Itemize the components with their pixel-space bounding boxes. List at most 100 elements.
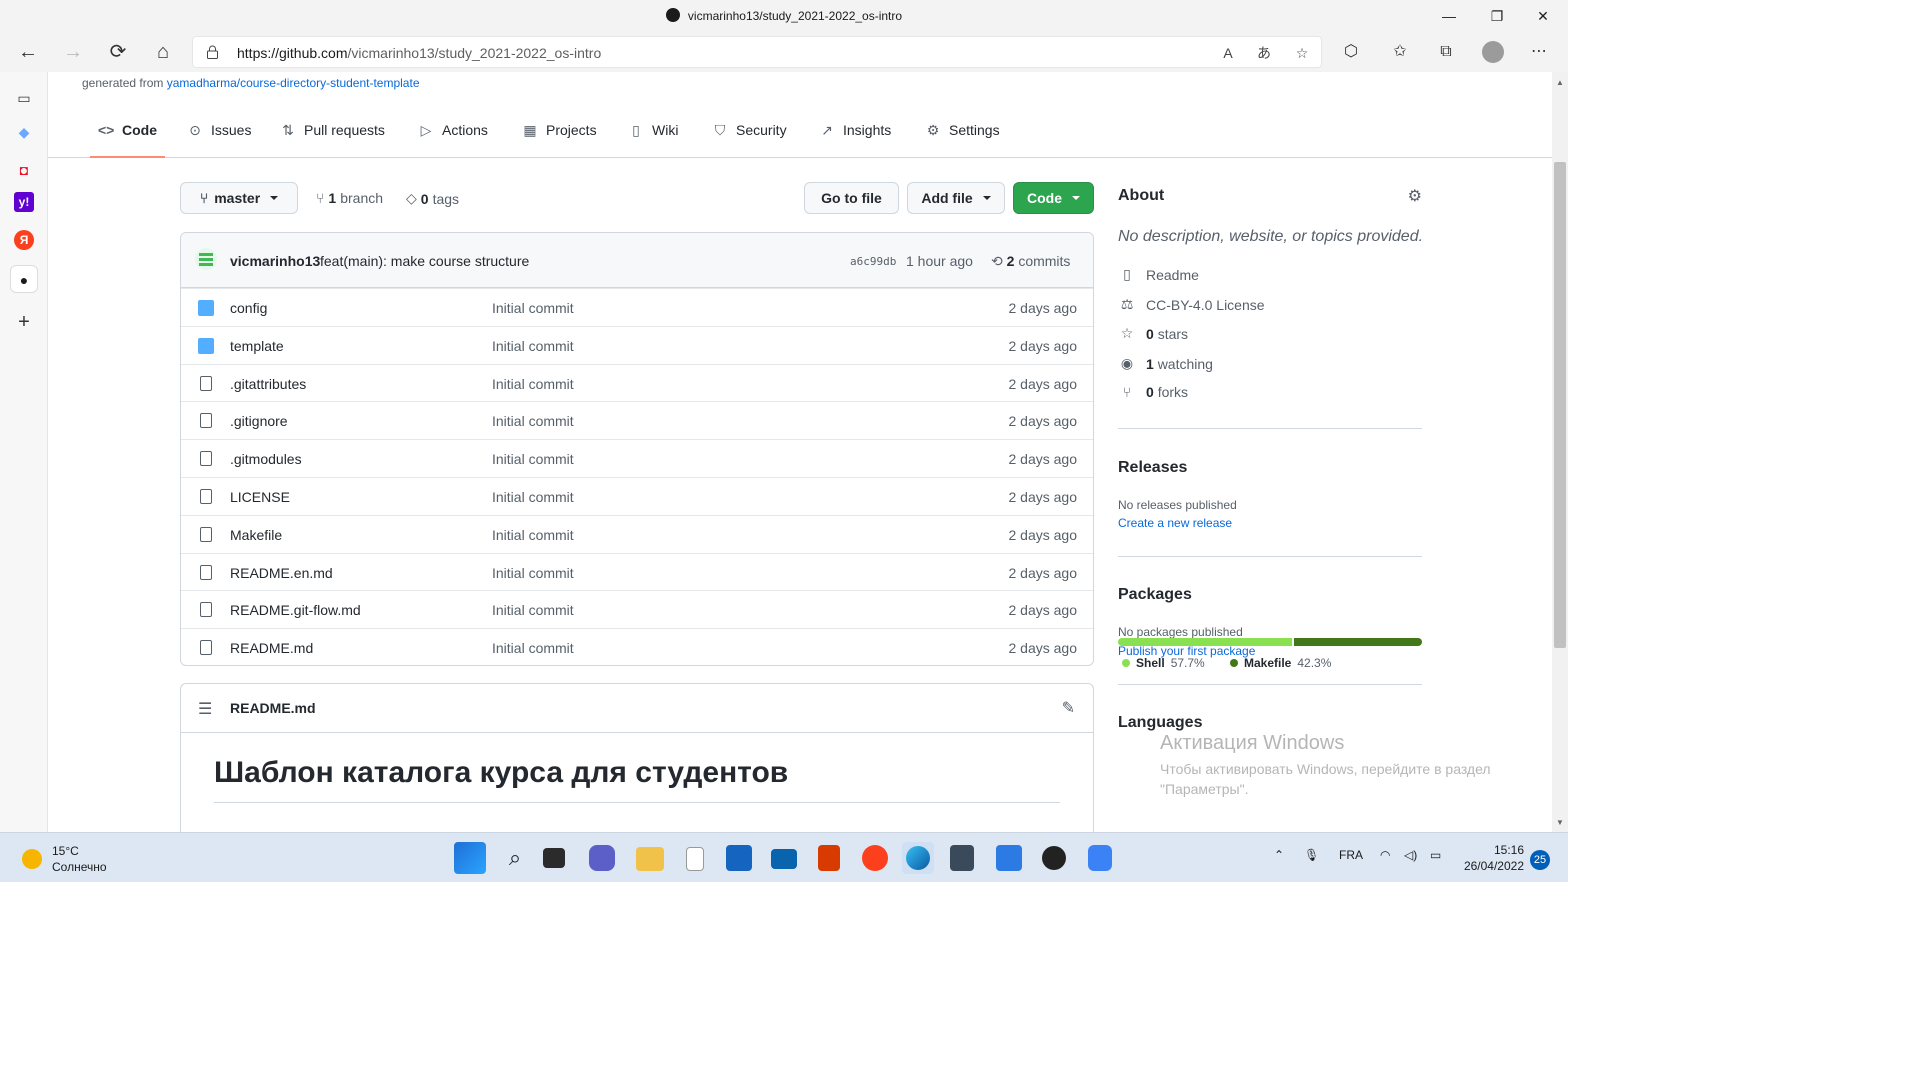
scrollbar-thumb[interactable] xyxy=(1554,162,1566,648)
mail-icon[interactable] xyxy=(771,849,797,869)
file-name-link[interactable]: README.en.md xyxy=(230,565,333,581)
readme-filename[interactable]: README.md xyxy=(230,700,316,716)
refresh-button[interactable]: ⟳ xyxy=(102,36,134,68)
chat-icon[interactable] xyxy=(589,845,615,871)
code-button[interactable]: Code xyxy=(1013,182,1094,214)
obs-icon[interactable] xyxy=(1042,846,1066,870)
translate-icon[interactable]: あ xyxy=(1251,42,1277,64)
add-sidebar-icon[interactable]: + xyxy=(10,308,38,336)
store-icon[interactable] xyxy=(726,845,752,871)
weather-widget[interactable]: 15°C Солнечно xyxy=(22,843,107,875)
back-button[interactable]: ← xyxy=(12,36,44,68)
app-icon[interactable] xyxy=(996,845,1022,871)
minimize-button[interactable]: — xyxy=(1426,4,1472,28)
go-to-file-button[interactable]: Go to file xyxy=(804,182,899,214)
maximize-button[interactable]: ❐ xyxy=(1474,4,1520,28)
microphone-icon[interactable]: 🎙 xyxy=(1304,848,1319,862)
task-view-icon[interactable] xyxy=(543,848,565,868)
file-row[interactable]: template Initial commit 2 days ago xyxy=(181,325,1093,364)
pencil-icon[interactable]: ✎ xyxy=(1062,698,1075,718)
favorite-add-icon[interactable]: ☆ xyxy=(1289,42,1315,64)
scroll-up-icon[interactable]: ▲ xyxy=(1555,78,1565,87)
shopping-icon[interactable]: ◘ xyxy=(10,156,38,184)
office-icon[interactable] xyxy=(818,845,840,871)
file-row[interactable]: README.md Initial commit 2 days ago xyxy=(181,628,1093,665)
file-row[interactable]: Makefile Initial commit 2 days ago xyxy=(181,514,1093,553)
wifi-icon[interactable]: ◠ xyxy=(1380,848,1390,862)
file-commit-message[interactable]: Initial commit xyxy=(492,338,574,354)
commit-message[interactable]: feat(main): make course structure xyxy=(320,253,529,269)
template-link[interactable]: yamadharma/course-directory-student-temp… xyxy=(167,76,420,90)
close-window-button[interactable]: ✕ xyxy=(1520,4,1566,28)
input-language[interactable]: FRA xyxy=(1339,848,1363,862)
favorites-icon[interactable]: ✩ xyxy=(1384,36,1416,68)
notepad-icon[interactable] xyxy=(686,847,704,871)
commit-author-avatar[interactable] xyxy=(195,248,217,270)
tab-code[interactable]: <> Code xyxy=(90,122,165,158)
forward-button[interactable]: → xyxy=(57,36,89,68)
tab-actions-icon[interactable]: ▭ xyxy=(10,84,38,112)
lock-icon[interactable] xyxy=(207,45,218,59)
tab-insights[interactable]: ↗ Insights xyxy=(811,122,899,158)
file-commit-message[interactable]: Initial commit xyxy=(492,413,574,429)
file-name-link[interactable]: .gitattributes xyxy=(230,376,306,392)
tab-settings[interactable]: ⚙ Settings xyxy=(917,122,1008,158)
clock[interactable]: 15:16 26/04/2022 xyxy=(1460,842,1524,874)
tab-projects[interactable]: ▦ Projects xyxy=(514,122,605,158)
commit-author[interactable]: vicmarinho13 xyxy=(230,253,320,269)
start-icon[interactable] xyxy=(454,842,486,874)
file-row[interactable]: .gitignore Initial commit 2 days ago xyxy=(181,401,1093,439)
language-shell[interactable]: Shell 57.7% xyxy=(1122,656,1205,670)
edge-taskbar-icon[interactable] xyxy=(902,842,934,874)
read-aloud-icon[interactable]: A xyxy=(1215,42,1241,64)
file-name-link[interactable]: .gitmodules xyxy=(230,451,302,467)
vpn-icon[interactable] xyxy=(1088,845,1112,871)
file-commit-message[interactable]: Initial commit xyxy=(492,565,574,581)
file-name-link[interactable]: README.git-flow.md xyxy=(230,602,361,618)
file-commit-message[interactable]: Initial commit xyxy=(492,451,574,467)
scroll-down-icon[interactable]: ▼ xyxy=(1555,818,1565,827)
github-sidebar-icon[interactable]: ● xyxy=(10,265,38,293)
file-name-link[interactable]: LICENSE xyxy=(230,489,290,505)
home-button[interactable]: ⌂ xyxy=(147,36,179,68)
tab-security[interactable]: ⛉ Security xyxy=(704,122,795,158)
file-row[interactable]: config Initial commit 2 days ago xyxy=(181,288,1093,326)
file-explorer-icon[interactable] xyxy=(636,847,664,871)
file-row[interactable]: README.git-flow.md Initial commit 2 days a… xyxy=(181,590,1093,628)
yahoo-icon[interactable]: y! xyxy=(14,192,34,212)
file-commit-message[interactable]: Initial commit xyxy=(492,527,574,543)
branch-select-button[interactable]: ⑂ master xyxy=(180,182,298,214)
collections-icon[interactable]: ⧉ xyxy=(1430,36,1462,68)
file-commit-message[interactable]: Initial commit xyxy=(492,300,574,316)
tab-wiki[interactable]: ▯ Wiki xyxy=(620,122,686,158)
branches-link[interactable]: ⑂ 1 branch xyxy=(316,190,383,206)
url-text[interactable]: https://github.com/vicmarinho13/study_20… xyxy=(237,45,601,61)
volume-icon[interactable]: ◁) xyxy=(1404,848,1417,862)
commit-sha[interactable]: a6c99db xyxy=(850,255,896,268)
virtualbox-icon[interactable] xyxy=(950,845,974,871)
file-name-link[interactable]: Makefile xyxy=(230,527,282,543)
commits-link[interactable]: ⟲ 2 commits xyxy=(991,253,1070,270)
list-icon[interactable]: ☰ xyxy=(198,699,212,719)
file-commit-message[interactable]: Initial commit xyxy=(492,489,574,505)
file-name-link[interactable]: README.md xyxy=(230,640,313,656)
page-scrollbar[interactable]: ▲ ▼ xyxy=(1552,72,1568,832)
profile-avatar[interactable] xyxy=(1477,36,1509,68)
tab-pull-requests[interactable]: ⇅ Pull requests xyxy=(272,122,393,158)
yandex-browser-icon[interactable] xyxy=(862,845,888,871)
file-name-link[interactable]: template xyxy=(230,338,284,354)
add-file-button[interactable]: Add file xyxy=(907,182,1005,214)
yandex-icon[interactable]: Я xyxy=(14,230,34,250)
file-row[interactable]: .gitmodules Initial commit 2 days ago xyxy=(181,439,1093,477)
address-bar[interactable]: https://github.com/vicmarinho13/study_20… xyxy=(192,36,1322,68)
file-commit-message[interactable]: Initial commit xyxy=(492,602,574,618)
settings-more-icon[interactable]: ⋯ xyxy=(1523,36,1555,68)
battery-icon[interactable]: ▭ xyxy=(1430,848,1441,862)
extensions-icon[interactable]: ⬡ xyxy=(1335,36,1367,68)
file-row[interactable]: README.en.md Initial commit 2 days ago xyxy=(181,552,1093,591)
discover-icon[interactable]: ◆ xyxy=(10,118,38,146)
file-commit-message[interactable]: Initial commit xyxy=(492,640,574,656)
file-row[interactable]: .gitattributes Initial commit 2 days ago xyxy=(181,363,1093,402)
file-row[interactable]: LICENSE Initial commit 2 days ago xyxy=(181,477,1093,515)
language-makefile[interactable]: Makefile 42.3% xyxy=(1230,656,1331,670)
